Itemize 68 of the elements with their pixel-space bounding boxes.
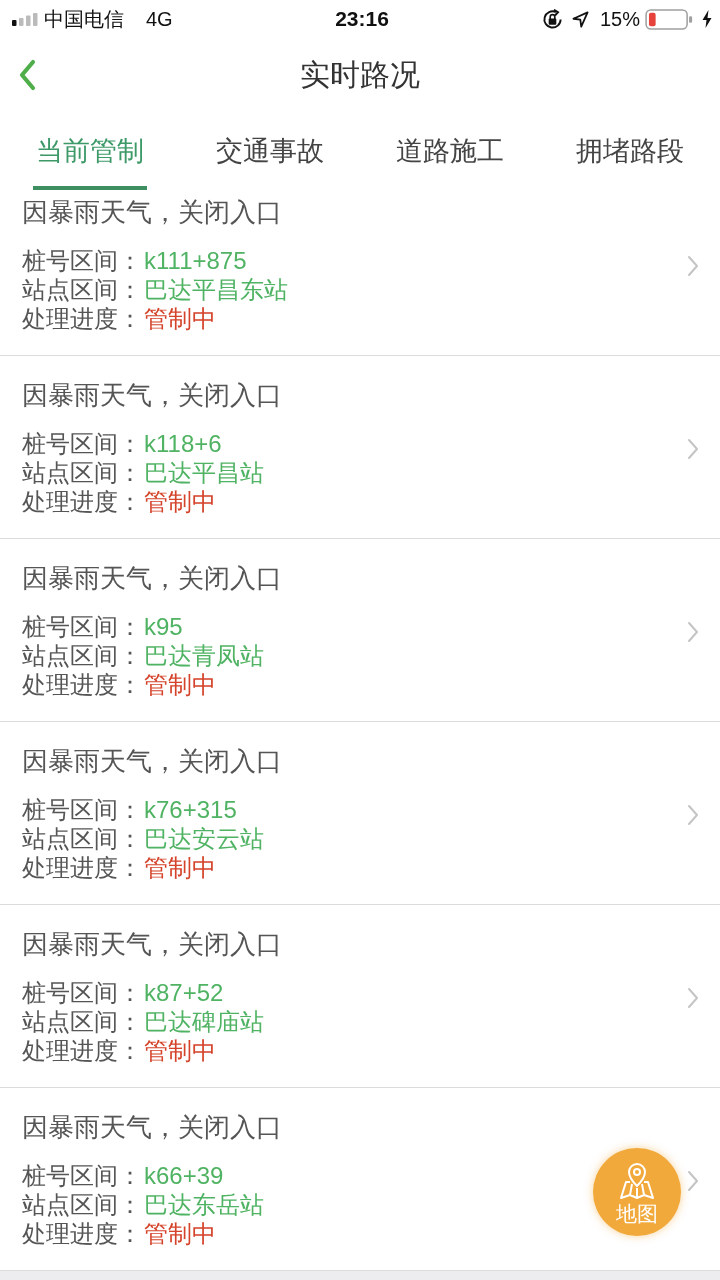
field-label: 桩号区间： (22, 1161, 142, 1190)
incident-title: 因暴雨天气，关闭入口 (22, 1111, 283, 1144)
incident-item[interactable]: 因暴雨天气，关闭入口 桩号区间：k76+315 站点区间：巴达安云站 处理进度：管制中 (0, 722, 720, 905)
field-value: 管制中 (144, 670, 216, 699)
chevron-right-icon (687, 1170, 699, 1192)
chevron-right-icon (687, 804, 699, 826)
incident-title: 因暴雨天气，关闭入口 (22, 562, 283, 595)
field-label: 站点区间： (22, 458, 142, 487)
category-tab[interactable]: 交通事故 (213, 129, 327, 190)
category-tab[interactable]: 道路施工 (393, 129, 507, 190)
status-time: 23:16 (335, 7, 389, 31)
field-label: 处理进度： (22, 1036, 142, 1065)
location-arrow-icon (571, 10, 589, 28)
category-tab[interactable]: 拥堵路段 (573, 129, 687, 190)
incident-title: 因暴雨天气，关闭入口 (22, 379, 283, 412)
field-value: k111+875 (144, 246, 247, 275)
signal-icon (12, 12, 38, 26)
field-label: 处理进度： (22, 1219, 142, 1248)
field-value: 巴达平昌站 (144, 458, 264, 487)
field-value: k87+52 (144, 978, 224, 1007)
field-label: 桩号区间： (22, 978, 142, 1007)
chevron-right-icon (687, 987, 699, 1009)
carrier-name: 中国电信 (44, 6, 124, 32)
chevron-right-icon (687, 255, 699, 277)
field-value: 管制中 (144, 1036, 216, 1065)
field-value: 巴达青凤站 (144, 641, 264, 670)
field-label: 处理进度： (22, 487, 142, 516)
field-label: 处理进度： (22, 304, 142, 333)
field-value: k118+6 (144, 429, 222, 458)
field-label: 桩号区间： (22, 795, 142, 824)
field-value: k95 (144, 612, 183, 641)
field-value: 管制中 (144, 487, 216, 516)
field-value: k76+315 (144, 795, 237, 824)
rotation-lock-icon (541, 8, 563, 30)
field-value: 管制中 (144, 853, 216, 882)
field-label: 站点区间： (22, 824, 142, 853)
incident-item[interactable]: 因暴雨天气，关闭入口 桩号区间：k118+6 站点区间：巴达平昌站 处理进度：管制中 (0, 356, 720, 539)
field-value: 巴达碑庙站 (144, 1007, 264, 1036)
map-pin-icon (619, 1162, 655, 1200)
field-label: 桩号区间： (22, 246, 142, 275)
field-label: 站点区间： (22, 275, 142, 304)
field-label: 桩号区间： (22, 612, 142, 641)
field-value: 管制中 (144, 1219, 216, 1248)
field-label: 处理进度： (22, 670, 142, 699)
network-type: 4G (146, 7, 173, 31)
chevron-right-icon (687, 621, 699, 643)
incident-item[interactable]: 因暴雨天气，关闭入口 桩号区间：k95 站点区间：巴达青凤站 处理进度：管制中 (0, 539, 720, 722)
field-value: 管制中 (144, 304, 216, 333)
field-label: 处理进度： (22, 853, 142, 882)
battery-icon (645, 8, 693, 30)
field-label: 站点区间： (22, 1007, 142, 1036)
battery-percent: 15% (599, 7, 640, 31)
incident-item[interactable]: 因暴雨天气，关闭入口 桩号区间：k87+52 站点区间：巴达碑庙站 处理进度：管制中 (0, 905, 720, 1088)
charging-bolt-icon (702, 10, 712, 28)
field-value: k66+39 (144, 1161, 224, 1190)
field-label: 站点区间： (22, 1190, 142, 1219)
page-title: 实时路况 (300, 56, 420, 93)
field-value: 巴达平昌东站 (144, 275, 288, 304)
incident-item[interactable]: 因暴雨天气，关闭入口 桩号区间：k111+875 站点区间：巴达平昌东站 处理进度：管制中 (0, 190, 720, 356)
incident-title: 因暴雨天气，关闭入口 (22, 745, 283, 778)
incident-title: 因暴雨天气，关闭入口 (22, 928, 283, 961)
field-value: 巴达安云站 (144, 824, 264, 853)
field-label: 桩号区间： (22, 429, 142, 458)
field-label: 站点区间： (22, 641, 142, 670)
chevron-right-icon (687, 438, 699, 460)
incident-title: 因暴雨天气，关闭入口 (22, 196, 283, 229)
field-value: 巴达东岳站 (144, 1190, 264, 1219)
back-icon (18, 59, 36, 91)
